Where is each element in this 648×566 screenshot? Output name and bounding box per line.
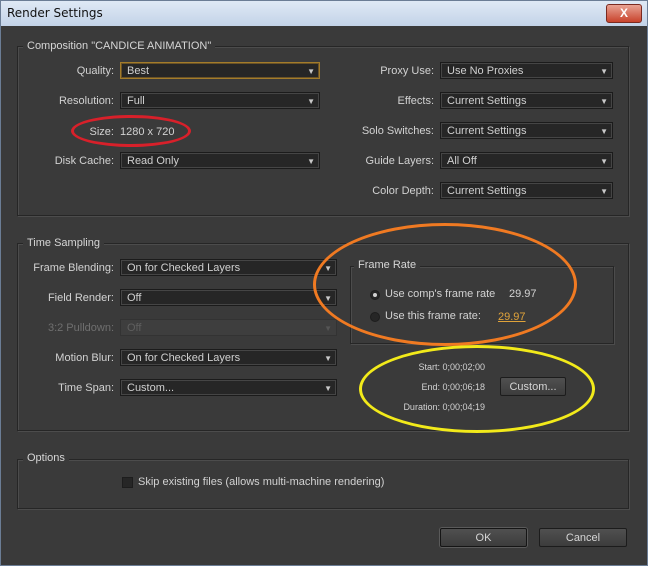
field-render-dropdown[interactable]: Off ▼	[120, 289, 337, 306]
effects-label: Effects:	[397, 95, 434, 107]
skip-existing-checkbox[interactable]	[122, 477, 133, 488]
options-legend: Options	[23, 452, 69, 464]
cancel-button[interactable]: Cancel	[539, 528, 627, 547]
chevron-down-icon: ▼	[307, 157, 315, 166]
chevron-down-icon: ▼	[307, 67, 315, 76]
field-render-value: Off	[127, 292, 142, 304]
guide-layers-dropdown[interactable]: All Off ▼	[440, 152, 613, 169]
chevron-down-icon: ▼	[307, 97, 315, 106]
guide-layers-value: All Off	[447, 155, 477, 167]
guide-layers-label: Guide Layers:	[365, 155, 434, 167]
disk-cache-dropdown[interactable]: Read Only ▼	[120, 152, 320, 169]
color-depth-label: Color Depth:	[372, 185, 434, 197]
pulldown-label: 3:2 Pulldown:	[47, 322, 114, 334]
title-bar: Render Settings X	[1, 1, 647, 26]
quality-dropdown[interactable]: Best ▼	[120, 62, 320, 79]
frame-blending-label: Frame Blending:	[33, 262, 114, 274]
yellow-annotation-ring	[359, 345, 595, 433]
time-span-value: Custom...	[127, 382, 175, 394]
effects-dropdown[interactable]: Current Settings ▼	[440, 92, 613, 109]
motion-blur-label: Motion Blur:	[55, 352, 114, 364]
motion-blur-dropdown[interactable]: On for Checked Layers ▼	[120, 349, 337, 366]
frame-blending-dropdown[interactable]: On for Checked Layers ▼	[120, 259, 337, 276]
resolution-label: Resolution:	[58, 95, 114, 107]
time-sampling-legend: Time Sampling	[23, 237, 104, 249]
resolution-dropdown[interactable]: Full ▼	[120, 92, 320, 109]
proxy-use-value: Use No Proxies	[447, 65, 524, 77]
color-depth-dropdown[interactable]: Current Settings ▼	[440, 182, 613, 199]
field-render-label: Field Render:	[47, 292, 114, 304]
motion-blur-value: On for Checked Layers	[127, 352, 241, 364]
frame-blending-value: On for Checked Layers	[127, 262, 241, 274]
red-annotation-ring	[71, 115, 191, 147]
proxy-use-label: Proxy Use:	[380, 65, 434, 77]
resolution-value: Full	[127, 95, 145, 107]
chevron-down-icon: ▼	[600, 187, 608, 196]
quality-label: Quality:	[76, 65, 114, 77]
color-depth-value: Current Settings	[447, 185, 527, 197]
close-icon: X	[619, 6, 628, 20]
time-span-label: Time Span:	[58, 382, 114, 394]
solo-switches-value: Current Settings	[447, 125, 527, 137]
time-span-dropdown[interactable]: Custom... ▼	[120, 379, 337, 396]
window-title: Render Settings	[7, 6, 103, 20]
close-button[interactable]: X	[606, 4, 642, 23]
skip-existing-label: Skip existing files (allows multi-machin…	[138, 476, 385, 488]
ok-button[interactable]: OK	[440, 528, 527, 547]
quality-value: Best	[127, 65, 150, 77]
chevron-down-icon: ▼	[324, 354, 332, 363]
chevron-down-icon: ▼	[600, 157, 608, 166]
pulldown-value: Off	[127, 322, 142, 334]
orange-annotation-ring	[313, 223, 577, 346]
effects-value: Current Settings	[447, 95, 527, 107]
composition-legend: Composition "CANDICE ANIMATION"	[23, 40, 216, 52]
solo-switches-label: Solo Switches:	[361, 125, 434, 137]
chevron-down-icon: ▼	[600, 97, 608, 106]
disk-cache-value: Read Only	[127, 155, 179, 167]
pulldown-dropdown: Off ▼	[120, 319, 337, 336]
chevron-down-icon: ▼	[600, 67, 608, 76]
proxy-use-dropdown[interactable]: Use No Proxies ▼	[440, 62, 613, 79]
render-settings-dialog: Render Settings X Composition "CANDICE A…	[0, 0, 648, 566]
chevron-down-icon: ▼	[324, 384, 332, 393]
solo-switches-dropdown[interactable]: Current Settings ▼	[440, 122, 613, 139]
disk-cache-label: Disk Cache:	[54, 155, 114, 167]
chevron-down-icon: ▼	[324, 324, 332, 333]
chevron-down-icon: ▼	[600, 127, 608, 136]
